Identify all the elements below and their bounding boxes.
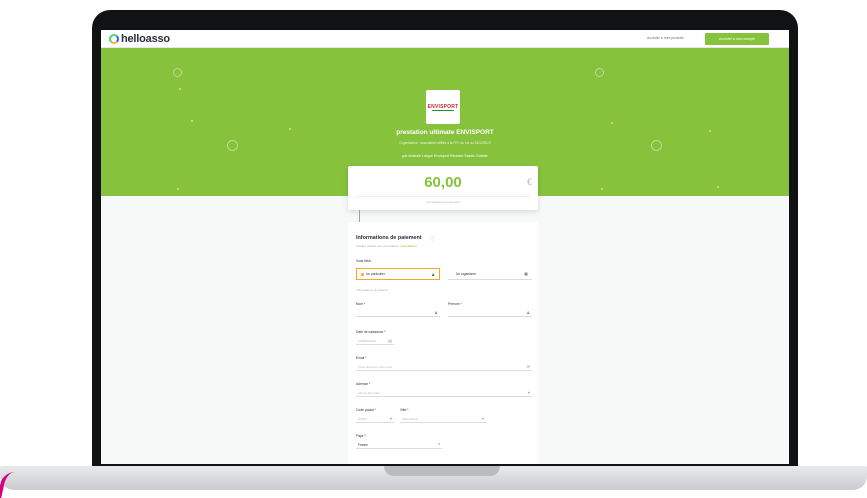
campaign-title: prestation ultimate ENVISPORT xyxy=(396,129,494,136)
card-divider xyxy=(356,196,530,197)
email-placeholder: Vous recevrez votre reçu xyxy=(358,364,393,369)
chevron-down-icon: ▾ xyxy=(438,442,440,446)
prenom-label: Prénom * xyxy=(448,302,462,306)
my-products-link[interactable]: Accéder à mes produits xyxy=(647,36,684,40)
payment-form: Informations de paiement ⓘ Veuillez véri… xyxy=(348,222,538,464)
campaign-subtitle: Organisateur : association affiliée à la… xyxy=(399,141,491,145)
organization-logo-text: ENVISPORT xyxy=(427,104,459,110)
decor-dot xyxy=(601,188,603,190)
location-icon: ⌖ xyxy=(527,390,530,395)
decor-dot xyxy=(611,122,613,124)
decor-dot xyxy=(717,186,719,188)
nom-label: Nom * xyxy=(356,302,366,306)
option-particulier-label: Un particulier xyxy=(366,272,385,276)
nom-input[interactable]: ♟ xyxy=(356,309,440,317)
form-note: Veuillez vérifier vos informations. Tout… xyxy=(356,244,417,248)
organization-logo: ENVISPORT xyxy=(426,90,460,124)
decor-dot xyxy=(191,120,193,122)
option-organisme-label: Un organisme xyxy=(456,271,476,276)
decor-dot xyxy=(179,88,181,90)
cp-label: Code postal * xyxy=(356,408,376,412)
payer-section-hint: Informations du payeur xyxy=(356,288,388,292)
amount-value[interactable]: 60,00 xyxy=(348,174,538,191)
calendar-icon: ▤ xyxy=(388,338,392,343)
show-all-link[interactable]: Tout afficher xyxy=(400,244,416,248)
option-organisme[interactable]: Un organisme ▦ xyxy=(448,268,532,280)
email-label: Email * xyxy=(356,356,367,360)
city-placeholder: Saint-Denis xyxy=(402,416,418,421)
email-input[interactable]: Vous recevrez votre reçu ✉ xyxy=(356,363,532,371)
pays-label: Pays * xyxy=(356,434,366,438)
decor-dot xyxy=(673,198,675,200)
postal-code-placeholder: 97400 xyxy=(358,416,367,421)
address-input[interactable]: 10 rue des Lilas ⌖ xyxy=(356,389,532,397)
prenom-input[interactable]: ♟ xyxy=(448,309,532,317)
person-icon: ♟ xyxy=(434,310,438,315)
vous-etes-label: Vous êtes : xyxy=(356,259,373,263)
country-value: France xyxy=(358,442,368,447)
form-title: Informations de paiement xyxy=(356,235,422,241)
decor-ring xyxy=(173,68,182,77)
location-icon: ⌖ xyxy=(389,416,392,421)
birthdate-placeholder: JJ/MM/AAAA xyxy=(358,338,377,343)
helloasso-logo[interactable]: helloasso xyxy=(109,33,170,45)
city-input[interactable]: Saint-Denis ⌖ xyxy=(400,415,486,423)
person-icon: ♟ xyxy=(526,310,530,315)
top-navbar: helloasso Accéder à mes produits Accéder… xyxy=(101,30,789,48)
radio-selected-icon xyxy=(361,272,364,276)
laptop-mockup: helloasso Accéder à mes produits Accéder… xyxy=(0,0,867,498)
person-icon: ♟ xyxy=(431,272,435,277)
naissance-label: Date de naissance * xyxy=(356,330,386,334)
decor-dot xyxy=(177,188,179,190)
euro-icon: € xyxy=(526,177,532,187)
mail-icon: ✉ xyxy=(526,364,530,369)
amount-note: Contribution au paiement xyxy=(426,200,460,204)
location-icon: ⌖ xyxy=(481,416,484,421)
decor-dot xyxy=(241,198,243,200)
building-icon: ▦ xyxy=(524,271,528,276)
birthdate-input[interactable]: JJ/MM/AAAA ▤ xyxy=(356,337,394,345)
question-icon[interactable]: ⓘ xyxy=(430,235,435,242)
organization-name[interactable]: par Amicale Laïque Envisport Réunion Sai… xyxy=(101,154,789,158)
laptop-screen: helloasso Accéder à mes produits Accéder… xyxy=(101,30,789,464)
address-placeholder: 10 rue des Lilas xyxy=(358,390,380,395)
logo-text: helloasso xyxy=(121,33,170,45)
laptop-notch xyxy=(384,466,500,476)
amount-card: 60,00 € Contribution au paiement xyxy=(348,166,538,210)
form-note-text: Veuillez vérifier vos informations. xyxy=(356,244,400,248)
ville-label: Ville * xyxy=(400,408,409,412)
postal-code-input[interactable]: 97400 ⌖ xyxy=(356,415,394,423)
adresse-label: Adresse * xyxy=(356,382,371,386)
my-account-button[interactable]: Accéder à mon compte xyxy=(705,33,769,45)
decor-ring xyxy=(595,68,604,77)
helloasso-logo-icon xyxy=(109,34,119,44)
option-particulier[interactable]: Un particulier ♟ xyxy=(356,268,440,280)
country-select[interactable]: France ▾ xyxy=(356,441,442,449)
